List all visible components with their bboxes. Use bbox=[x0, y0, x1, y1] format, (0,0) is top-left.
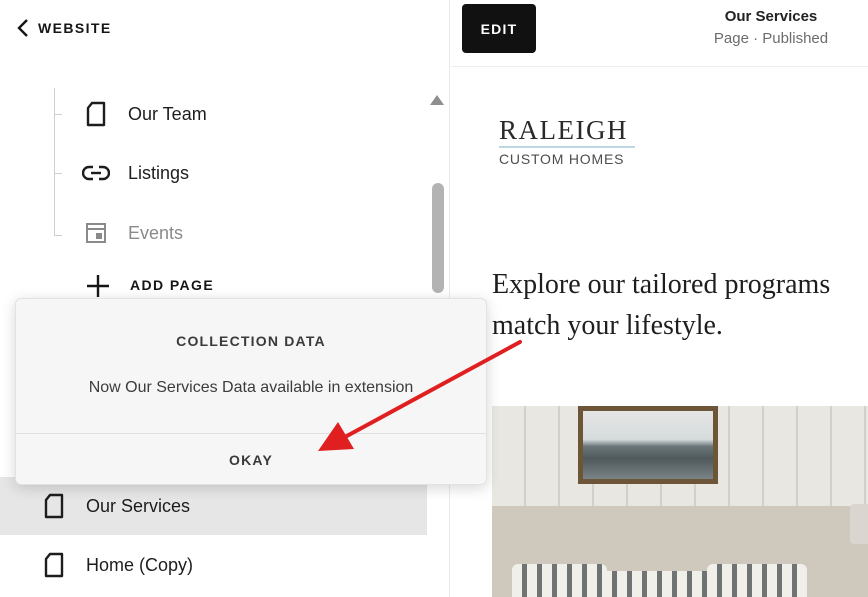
page-status: Page · Published bbox=[713, 30, 829, 47]
striped-pillow bbox=[707, 564, 807, 597]
tree-tick bbox=[54, 114, 62, 115]
sidebar-item-label: Our Team bbox=[128, 103, 207, 124]
hero-headline: Explore our tailored programs match your… bbox=[492, 264, 868, 346]
hero-image bbox=[492, 406, 868, 597]
okay-button[interactable]: OKAY bbox=[16, 434, 486, 484]
page-icon bbox=[40, 492, 68, 520]
sidebar-item-home-copy[interactable]: Home (Copy) bbox=[0, 536, 427, 594]
sidebar-item-listings[interactable]: Listings bbox=[82, 158, 189, 188]
site-logo[interactable]: RALEIGH CUSTOM HOMES bbox=[499, 115, 639, 167]
chevron-left-icon bbox=[17, 19, 28, 37]
add-page-button[interactable]: ADD PAGE bbox=[86, 270, 214, 300]
logo-tagline: CUSTOM HOMES bbox=[499, 151, 625, 167]
page-title: Our Services bbox=[724, 8, 818, 25]
headline-line: match your lifestyle. bbox=[492, 310, 723, 341]
sidebar-item-events[interactable]: Events bbox=[82, 218, 183, 248]
sidebar-item-label: Events bbox=[128, 222, 184, 243]
sidebar-item-our-services[interactable]: Our Services bbox=[0, 477, 427, 535]
link-icon bbox=[82, 159, 110, 187]
edit-button[interactable]: EDIT bbox=[462, 4, 536, 53]
sidebar-item-label: Home (Copy) bbox=[86, 554, 194, 575]
header-divider bbox=[451, 66, 868, 67]
page-icon bbox=[40, 551, 68, 579]
back-link-label: WEBSITE bbox=[38, 20, 112, 36]
sidebar-item-our-team[interactable]: Our Team bbox=[82, 99, 207, 129]
logo-accent-bar bbox=[499, 146, 635, 148]
scroll-up-arrow-icon[interactable] bbox=[430, 95, 444, 105]
back-to-website-link[interactable]: WEBSITE bbox=[16, 16, 112, 40]
dialog-message: Now Our Services Data available in exten… bbox=[88, 379, 414, 396]
sidebar-item-label: Our Services bbox=[86, 495, 191, 516]
tree-tick bbox=[54, 235, 62, 236]
seascape-painting bbox=[583, 411, 713, 479]
framed-artwork bbox=[578, 406, 718, 484]
headline-line: Explore our tailored programs bbox=[492, 269, 831, 300]
page-preview: EDIT Our Services Page · Published RALEI… bbox=[451, 0, 868, 597]
striped-pillow bbox=[512, 564, 607, 597]
dialog-title: COLLECTION DATA bbox=[176, 333, 326, 349]
sidebar-item-label: Listings bbox=[128, 162, 190, 183]
striped-pillow bbox=[602, 571, 712, 597]
plus-icon bbox=[87, 275, 109, 297]
page-icon bbox=[82, 100, 110, 128]
tree-connector bbox=[54, 88, 55, 236]
collection-data-dialog: COLLECTION DATA Now Our Services Data av… bbox=[15, 298, 487, 485]
scrollbar-thumb[interactable] bbox=[432, 183, 444, 293]
tree-tick bbox=[54, 173, 62, 174]
add-page-label: ADD PAGE bbox=[130, 277, 215, 293]
bedside-lamp bbox=[850, 504, 868, 544]
logo-wordmark: RALEIGH bbox=[499, 115, 628, 145]
events-icon bbox=[82, 219, 110, 247]
